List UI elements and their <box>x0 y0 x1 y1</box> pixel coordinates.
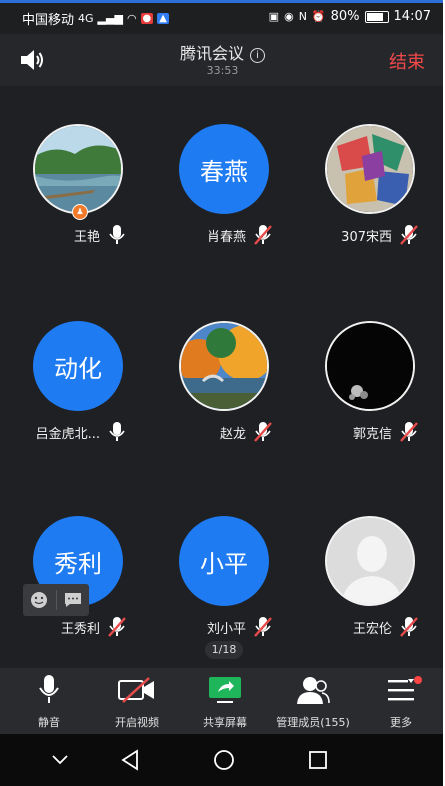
participant-tile[interactable]: 赵龙 <box>150 321 298 511</box>
participant-name: 刘小平 <box>206 622 246 637</box>
alarm-icon: ⏰ <box>311 10 326 23</box>
meeting-header: 腾讯会议 i 33:53 结束 <box>0 34 445 86</box>
page-indicator: 1/18 <box>205 641 243 659</box>
autumn-photo-image <box>181 323 267 409</box>
participant-name: 307宋西 <box>341 230 392 245</box>
meeting-toolbar: 静音 开启视频 共享屏幕 管理成员(155) 更多 <box>0 668 445 734</box>
default-user-icon <box>327 518 413 604</box>
microphone-icon <box>39 675 59 703</box>
dark-photo-image <box>327 323 413 409</box>
status-accent-line <box>0 0 445 3</box>
participant-tile[interactable]: 春燕 肖春燕 <box>150 124 298 314</box>
emoji-icon <box>31 592 48 608</box>
mute-button[interactable]: 静音 <box>4 674 94 730</box>
signal-icon: ▂▄▆ <box>97 12 123 25</box>
participant-name: 王宏伦 <box>352 622 392 637</box>
start-video-button[interactable]: 开启视频 <box>92 674 182 730</box>
participant-avatar <box>179 321 269 411</box>
participant-tile[interactable]: ♟ 王艳 <box>4 124 152 314</box>
participant-avatar <box>325 124 415 214</box>
recording-mic-icon: ● <box>140 13 154 24</box>
reaction-chat-pill <box>23 584 89 616</box>
meeting-title[interactable]: 腾讯会议 i <box>0 40 445 64</box>
participant-tile[interactable]: 动化 吕金虎北... <box>4 321 152 511</box>
menu-icon <box>388 679 414 701</box>
clock: 14:07 <box>393 9 431 24</box>
participant-avatar: 春燕 <box>179 124 269 214</box>
notification-dot <box>414 676 422 684</box>
more-button[interactable]: 更多 <box>356 674 445 730</box>
hd-icon: ▣ <box>268 10 280 23</box>
mic-muted-icon <box>400 422 418 442</box>
battery-percent: 80% <box>330 9 360 24</box>
chat-button[interactable] <box>57 584 90 616</box>
battery-icon <box>364 10 389 23</box>
participant-name: 肖春燕 <box>206 230 246 245</box>
network-label: 4G <box>78 12 94 25</box>
art-photo-image <box>327 126 413 212</box>
info-icon[interactable]: i <box>250 48 265 63</box>
video-off-icon <box>118 677 154 703</box>
participant-avatar: 动化 <box>33 321 123 411</box>
nfc-icon: N <box>298 10 307 23</box>
host-badge-icon: ♟ <box>72 204 88 220</box>
recents-square-icon <box>309 751 327 769</box>
chat-icon <box>64 593 81 607</box>
participant-tile[interactable]: 郭克信 <box>296 321 444 511</box>
collapse-button[interactable] <box>48 748 72 772</box>
back-triangle-icon <box>121 749 138 771</box>
mic-muted-icon <box>254 422 272 442</box>
manage-members-label: 管理成员(155) <box>276 716 350 729</box>
participant-name: 郭克信 <box>352 427 392 442</box>
members-icon <box>297 677 330 704</box>
mic-on-icon <box>109 422 125 441</box>
status-bar: 中国移动 4G ▂▄▆ ◠ ● ▲ ▣ ◉ N ⏰ 80% 14:07 <box>0 0 445 34</box>
mic-muted-icon <box>108 617 126 637</box>
participant-name: 赵龙 <box>219 427 246 442</box>
share-screen-label: 共享屏幕 <box>203 716 247 729</box>
meeting-title-text: 腾讯会议 <box>179 44 244 63</box>
home-circle-icon <box>214 750 234 770</box>
app-notify-icon: ▲ <box>157 13 169 24</box>
participant-name: 吕金虎北... <box>35 427 100 442</box>
participant-avatar: 小平 <box>179 516 269 606</box>
system-nav-bar <box>0 734 445 786</box>
participant-name: 王秀利 <box>60 622 100 637</box>
start-video-label: 开启视频 <box>115 716 159 729</box>
share-screen-button[interactable]: 共享屏幕 <box>180 674 270 730</box>
mic-muted-icon <box>400 225 418 245</box>
mic-on-icon <box>109 225 125 244</box>
emoji-button[interactable] <box>23 584 56 616</box>
eye-icon: ◉ <box>284 10 294 23</box>
recents-button[interactable] <box>306 748 330 772</box>
home-button[interactable] <box>212 748 236 772</box>
participant-avatar <box>33 124 123 214</box>
end-meeting-button[interactable]: 结束 <box>389 48 425 74</box>
participant-avatar <box>325 516 415 606</box>
lake-photo-image <box>35 126 121 212</box>
wifi-icon: ◠ <box>126 12 137 25</box>
carrier-label: 中国移动 <box>22 13 75 28</box>
participant-name: 王艳 <box>73 230 100 245</box>
mic-muted-icon <box>400 617 418 637</box>
share-screen-icon <box>209 677 241 703</box>
chevron-down-icon <box>52 755 68 765</box>
participant-avatar <box>325 321 415 411</box>
manage-members-button[interactable]: 管理成员(155) <box>268 674 358 730</box>
more-label: 更多 <box>390 716 412 729</box>
mic-muted-icon <box>254 617 272 637</box>
participant-tile[interactable]: 307宋西 <box>296 124 444 314</box>
meeting-timer: 33:53 <box>206 64 239 77</box>
back-button[interactable] <box>118 748 142 772</box>
mute-label: 静音 <box>38 716 60 729</box>
mic-muted-icon <box>254 225 272 245</box>
meeting-screen: 中国移动 4G ▂▄▆ ◠ ● ▲ ▣ ◉ N ⏰ 80% 14:07 腾讯会议… <box>0 0 445 786</box>
